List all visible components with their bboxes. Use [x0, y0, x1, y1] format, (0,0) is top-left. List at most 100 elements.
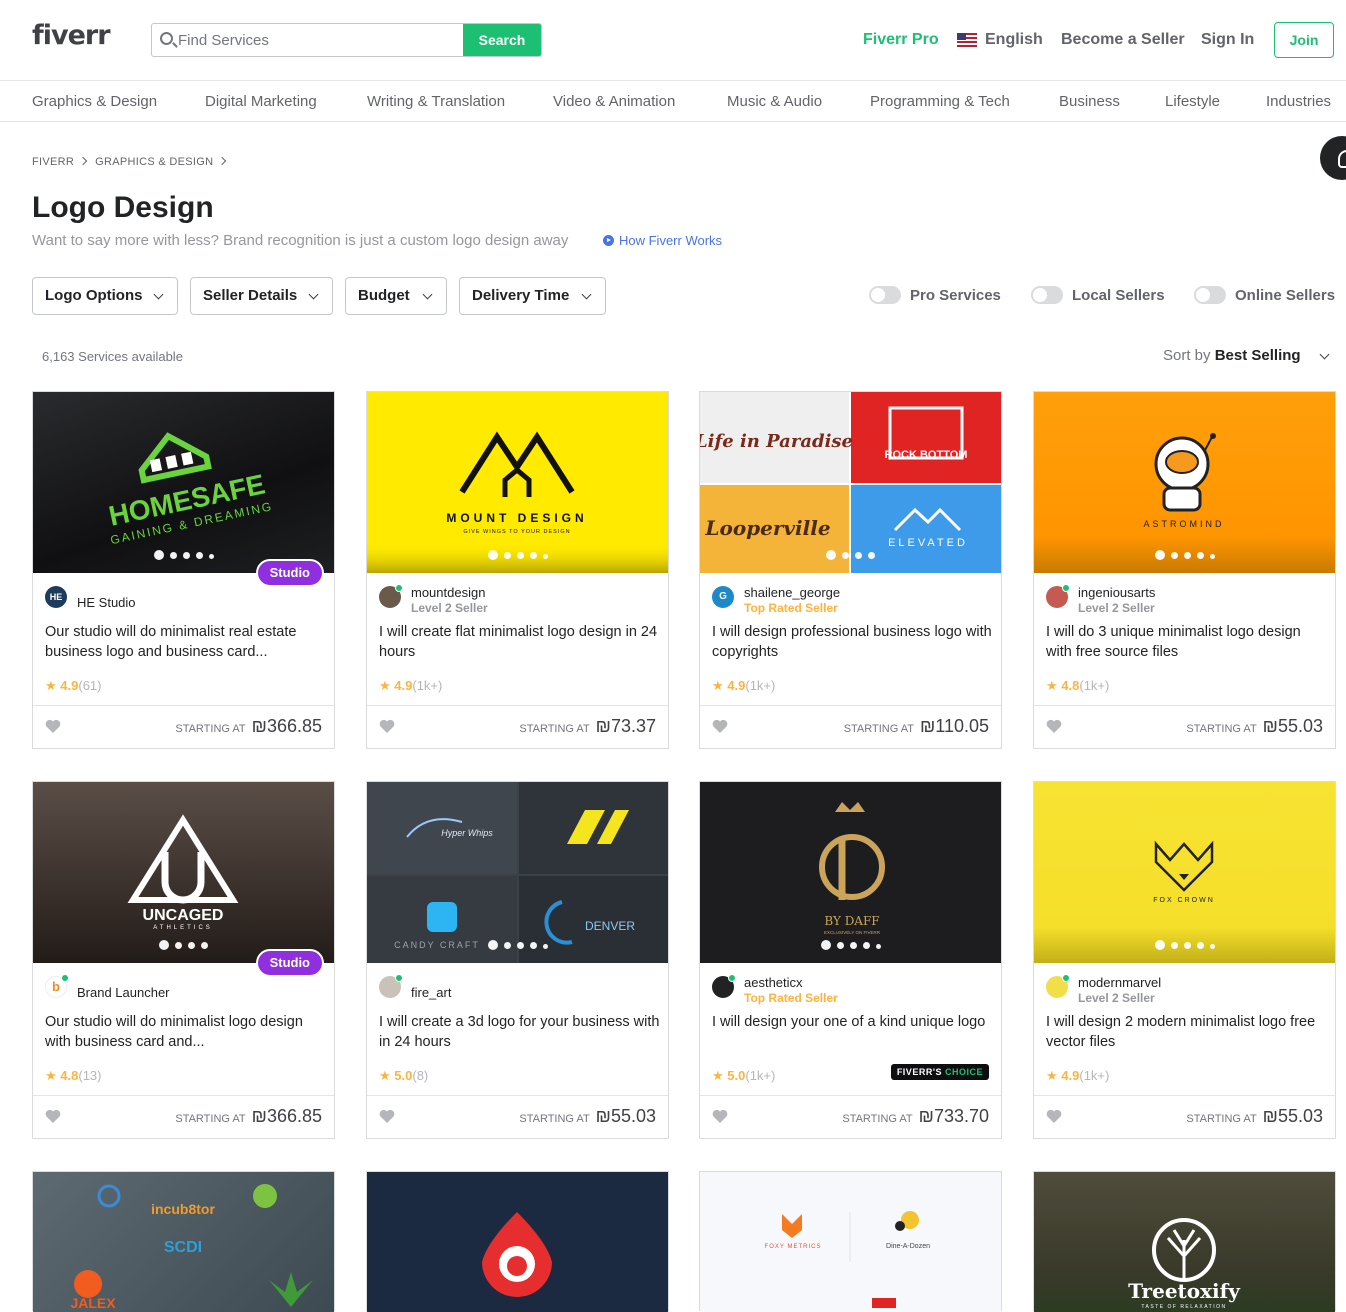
seller-level: Level 2 Seller	[1078, 601, 1155, 615]
gig-title[interactable]: I will design professional business logo…	[712, 622, 994, 662]
category-programming-tech[interactable]: Programming & Tech	[870, 93, 1010, 110]
price[interactable]: STARTING AT ₪73.37	[519, 716, 656, 737]
price[interactable]: STARTING AT ₪55.03	[1186, 1106, 1323, 1127]
search-input[interactable]	[178, 24, 464, 56]
heart-icon[interactable]	[712, 719, 728, 734]
seller-name[interactable]: modernmarvel	[1078, 975, 1161, 990]
gig-thumbnail[interactable]: ASTROMIND	[1034, 392, 1335, 573]
online-sellers-toggle[interactable]	[1194, 286, 1226, 304]
fiverr-pro-link[interactable]: Fiverr Pro	[863, 31, 939, 49]
sign-in-link[interactable]: Sign In	[1201, 31, 1254, 49]
gig-thumbnail[interactable]: FOXY METRICS Dine-A-Dozen	[700, 1172, 1001, 1312]
seller-name[interactable]: ingeniousarts	[1078, 585, 1155, 600]
pro-services-toggle[interactable]	[869, 286, 901, 304]
gig-card[interactable]: ASTROMIND ingeniousarts Level 2 Seller I…	[1033, 391, 1336, 749]
heart-icon[interactable]	[1046, 1109, 1062, 1124]
gig-rating: ★ 5.0(1k+)	[712, 1068, 776, 1083]
gig-thumbnail[interactable]: MOUNT DESIGN GIVE WINGS TO YOUR DESIGN	[367, 392, 668, 573]
local-sellers-label: Local Sellers	[1072, 287, 1165, 304]
seller-name[interactable]: shailene_george	[744, 585, 840, 600]
heart-icon[interactable]	[1046, 719, 1062, 734]
seller-avatar[interactable]: G	[712, 586, 734, 608]
gig-thumbnail[interactable]: Hyper Whips CANDY CRAFT DENVER	[367, 782, 668, 963]
filter-seller-details[interactable]: Seller Details	[190, 277, 333, 315]
category-graphics-design[interactable]: Graphics & Design	[32, 93, 157, 110]
category-lifestyle[interactable]: Lifestyle	[1165, 93, 1220, 110]
gig-card[interactable]	[366, 1171, 669, 1312]
gig-card[interactable]: incub8tor SCDI JALEX	[32, 1171, 335, 1312]
price[interactable]: STARTING AT ₪110.05	[844, 716, 989, 737]
seller-name[interactable]: Brand Launcher	[77, 985, 170, 1000]
filter-delivery-time[interactable]: Delivery Time	[459, 277, 606, 315]
become-seller-link[interactable]: Become a Seller	[1061, 31, 1185, 49]
price[interactable]: STARTING AT ₪55.03	[1186, 716, 1323, 737]
heart-icon[interactable]	[45, 1109, 61, 1124]
gig-title[interactable]: I will create flat minimalist logo desig…	[379, 622, 661, 662]
review-count: (1k+)	[745, 1068, 776, 1083]
gig-card[interactable]: Treetoxify TASTE OF RELAXATION	[1033, 1171, 1336, 1312]
gig-thumbnail[interactable]: HOMESAFE GAINING & DREAMING	[33, 392, 334, 573]
seller-avatar[interactable]: HE	[45, 586, 67, 608]
fiverr-logo[interactable]: fiverr	[32, 20, 111, 51]
carousel-dots[interactable]	[367, 546, 668, 564]
breadcrumb-graphics-design[interactable]: GRAPHICS & DESIGN	[95, 156, 213, 168]
price[interactable]: STARTING AT ₪366.85	[175, 1106, 322, 1127]
gig-thumbnail[interactable]	[367, 1172, 668, 1312]
carousel-dots[interactable]	[700, 546, 1001, 564]
online-indicator	[1062, 584, 1070, 592]
gig-thumbnail[interactable]: Life in Paradise ROCK BOTTOM Looperville…	[700, 392, 1001, 573]
price[interactable]: STARTING AT ₪55.03	[519, 1106, 656, 1127]
gig-title[interactable]: Our studio will do minimalist logo desig…	[45, 1012, 327, 1052]
category-digital-marketing[interactable]: Digital Marketing	[205, 93, 317, 110]
category-industries[interactable]: Industries	[1266, 93, 1331, 110]
category-writing-translation[interactable]: Writing & Translation	[367, 93, 505, 110]
price[interactable]: STARTING AT ₪366.85	[175, 716, 322, 737]
seller-name[interactable]: aestheticx	[744, 975, 803, 990]
gig-title[interactable]: I will design 2 modern minimalist logo f…	[1046, 1012, 1328, 1052]
category-video-animation[interactable]: Video & Animation	[553, 93, 675, 110]
gig-title[interactable]: Our studio will do minimalist real estat…	[45, 622, 327, 662]
seller-name[interactable]: mountdesign	[411, 585, 485, 600]
gig-title[interactable]: I will create a 3d logo for your busines…	[379, 1012, 661, 1052]
category-business[interactable]: Business	[1059, 93, 1120, 110]
gig-card[interactable]: FOXY METRICS Dine-A-Dozen	[699, 1171, 1002, 1312]
gig-thumbnail[interactable]: UNCAGED ATHLETICS	[33, 782, 334, 963]
starting-at-label: STARTING AT	[519, 723, 590, 735]
gig-thumbnail[interactable]: incub8tor SCDI JALEX	[33, 1172, 334, 1312]
gig-thumbnail[interactable]: FOX CROWN	[1034, 782, 1335, 963]
carousel-dots[interactable]	[700, 936, 1001, 954]
gig-card[interactable]: HOMESAFE GAINING & DREAMING Studio HE HE…	[32, 391, 335, 749]
heart-icon[interactable]	[379, 1109, 395, 1124]
gig-title[interactable]: I will do 3 unique minimalist logo desig…	[1046, 622, 1328, 662]
local-sellers-toggle[interactable]	[1031, 286, 1063, 304]
accessibility-icon[interactable]	[1320, 136, 1346, 180]
gig-thumbnail[interactable]: BY DAFF EXCLUSIVELY ON FIVERR	[700, 782, 1001, 963]
seller-name[interactable]: HE Studio	[77, 595, 136, 610]
language-selector[interactable]: English	[985, 31, 1043, 49]
sort-dropdown[interactable]: Sort by Best Selling	[1163, 347, 1330, 364]
gig-card[interactable]: MOUNT DESIGN GIVE WINGS TO YOUR DESIGN m…	[366, 391, 669, 749]
join-button[interactable]: Join	[1274, 22, 1334, 58]
gig-card[interactable]: UNCAGED ATHLETICS Studio b Brand Launche…	[32, 781, 335, 1139]
carousel-dots[interactable]	[1034, 546, 1335, 564]
breadcrumb-fiverr[interactable]: FIVERR	[32, 156, 74, 168]
seller-name[interactable]: fire_art	[411, 985, 451, 1000]
gig-thumbnail[interactable]: Treetoxify TASTE OF RELAXATION	[1034, 1172, 1335, 1312]
gig-card[interactable]: BY DAFF EXCLUSIVELY ON FIVERR aestheticx…	[699, 781, 1002, 1139]
price[interactable]: STARTING AT ₪733.70	[842, 1106, 989, 1127]
carousel-dots[interactable]	[367, 936, 668, 954]
filter-budget[interactable]: Budget	[345, 277, 447, 315]
minimal-logos-collage-image: FOXY METRICS Dine-A-Dozen	[765, 1211, 930, 1308]
gig-card[interactable]: FOX CROWN modernmarvel Level 2 Seller I …	[1033, 781, 1336, 1139]
carousel-dots[interactable]	[1034, 936, 1335, 954]
gig-card[interactable]: Hyper Whips CANDY CRAFT DENVER fire_art …	[366, 781, 669, 1139]
category-music-audio[interactable]: Music & Audio	[727, 93, 822, 110]
how-fiverr-works-link[interactable]: How Fiverr Works	[603, 233, 722, 248]
gig-card[interactable]: Life in Paradise ROCK BOTTOM Looperville…	[699, 391, 1002, 749]
filter-logo-options[interactable]: Logo Options	[32, 277, 178, 315]
heart-icon[interactable]	[379, 719, 395, 734]
search-button[interactable]: Search	[463, 24, 541, 56]
heart-icon[interactable]	[712, 1109, 728, 1124]
heart-icon[interactable]	[45, 719, 61, 734]
gig-title[interactable]: I will design your one of a kind unique …	[712, 1012, 994, 1032]
